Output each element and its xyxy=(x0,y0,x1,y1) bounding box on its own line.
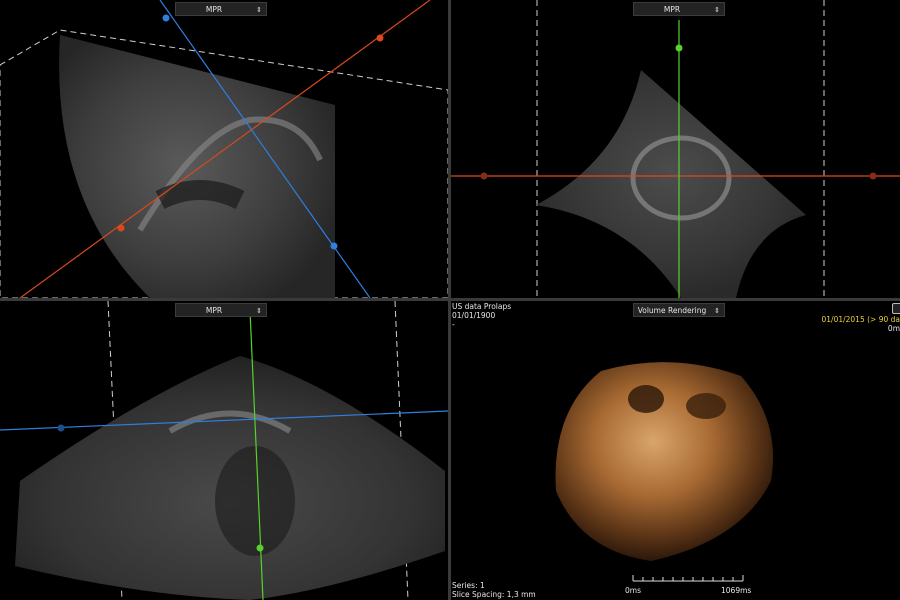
timeline-end: 1069ms xyxy=(721,586,752,595)
timeline-ruler[interactable] xyxy=(631,573,751,585)
viewport-bottom-right[interactable]: Volume Rendering ⇕ US data Prolaps 01/01… xyxy=(451,301,900,600)
red-axis-handle[interactable] xyxy=(480,172,488,180)
mpr-image-bottom-left[interactable] xyxy=(0,301,448,600)
red-axis-handle[interactable] xyxy=(117,224,125,232)
volume-render-image[interactable] xyxy=(451,301,900,600)
mpr-image-top-right[interactable] xyxy=(451,0,900,298)
blue-axis-handle[interactable] xyxy=(57,424,65,432)
viewport-top-right[interactable]: MPR ⇕ xyxy=(451,0,900,298)
red-axis-handle[interactable] xyxy=(376,34,384,42)
mode-label: MPR xyxy=(663,5,681,14)
caret-down-icon: ⇕ xyxy=(256,307,262,315)
caret-down-icon: ⇕ xyxy=(256,6,262,14)
mpr-image-top-left[interactable] xyxy=(0,0,448,298)
study-date-badge: 01/01/2015 (> 90 da xyxy=(821,315,900,324)
red-axis-handle[interactable] xyxy=(869,172,877,180)
mode-label: MPR xyxy=(205,306,223,315)
study-date: 01/01/1900 xyxy=(452,311,496,320)
tool-icon[interactable] xyxy=(892,303,900,314)
valve-orifice xyxy=(686,393,726,419)
valve-orifice xyxy=(628,385,664,413)
caret-down-icon: ⇕ xyxy=(714,307,720,315)
mode-select-top-left[interactable]: MPR ⇕ xyxy=(175,2,267,16)
mode-select-top-right[interactable]: MPR ⇕ xyxy=(633,2,725,16)
blue-axis-handle[interactable] xyxy=(162,14,170,22)
viewport-bottom-left[interactable]: MPR ⇕ xyxy=(0,301,448,600)
chamber xyxy=(215,446,295,556)
mode-label: Volume Rendering xyxy=(637,306,707,315)
mode-select-bottom-right[interactable]: Volume Rendering ⇕ xyxy=(633,303,725,317)
green-axis-handle[interactable] xyxy=(675,44,683,52)
timeline-start: 0ms xyxy=(625,586,641,595)
ultrasound-slice xyxy=(536,70,806,298)
viewport-top-left[interactable]: MPR ⇕ xyxy=(0,0,448,298)
viewport-divider-horizontal[interactable] xyxy=(0,298,900,301)
corner-value: 0m xyxy=(887,324,900,333)
mode-label: MPR xyxy=(205,5,223,14)
patient-info: US data Prolaps 01/01/1900 - xyxy=(452,302,511,329)
study-extra: - xyxy=(452,320,455,329)
chamber xyxy=(155,180,245,210)
mode-select-bottom-left[interactable]: MPR ⇕ xyxy=(175,303,267,317)
ultrasound-sector xyxy=(59,35,335,298)
series-info: Series: 1 Slice Spacing: 1,3 mm xyxy=(452,581,536,599)
blue-axis-handle[interactable] xyxy=(330,242,338,250)
volume-surface xyxy=(555,362,773,561)
slice-spacing-label: Slice Spacing: 1,3 mm xyxy=(452,590,536,599)
green-axis-handle[interactable] xyxy=(256,544,264,552)
caret-down-icon: ⇕ xyxy=(714,6,720,14)
study-name: US data Prolaps xyxy=(452,302,512,311)
series-label: Series: 1 xyxy=(452,581,485,590)
